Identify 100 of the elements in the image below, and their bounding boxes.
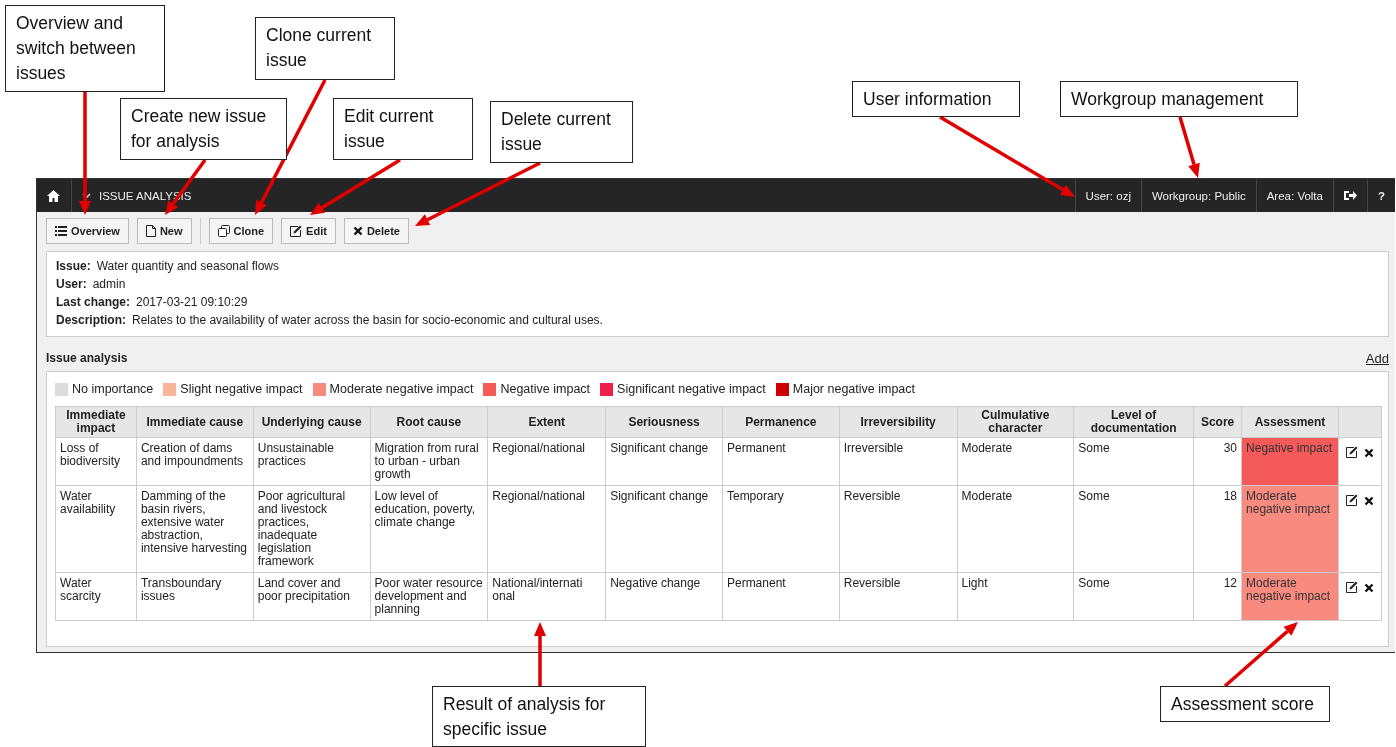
legend-label: Negative impact bbox=[500, 382, 591, 396]
field-value: Relates to the availability of water across the basin for socio-economic and cultural uses. bbox=[132, 313, 603, 327]
table-cell: Water scarcity bbox=[55, 572, 137, 621]
field-value: 2017-03-21 09:10:29 bbox=[136, 295, 248, 309]
edit-icon bbox=[1345, 446, 1358, 458]
table-cell: Some bbox=[1073, 572, 1194, 621]
table-cell: Poor water resource development and planning bbox=[370, 572, 488, 621]
table-cell: Moderate bbox=[957, 437, 1074, 486]
table-cell: Water availability bbox=[55, 485, 137, 573]
section-title: Issue analysis bbox=[46, 351, 128, 365]
clone-icon bbox=[217, 225, 230, 237]
table-cell: Light bbox=[957, 572, 1074, 621]
table-cell: Irreversible bbox=[839, 437, 957, 486]
close-icon bbox=[1363, 583, 1374, 593]
legend-label: Slight negative impact bbox=[180, 382, 303, 396]
home-icon[interactable] bbox=[47, 189, 60, 202]
callout-label: Workgroup management bbox=[1060, 81, 1298, 117]
callout-label: Delete current issue bbox=[490, 101, 633, 163]
assessment-cell: Negative impact bbox=[1241, 437, 1339, 486]
edit-icon bbox=[1345, 494, 1358, 506]
callout-label: Clone current issue bbox=[255, 17, 395, 80]
logout-icon[interactable] bbox=[1343, 190, 1357, 201]
delete-button[interactable] bbox=[1363, 448, 1374, 458]
table-cell: Some bbox=[1073, 485, 1194, 573]
edit-icon bbox=[290, 225, 303, 237]
workgroup-link[interactable]: Workgroup: Public bbox=[1140, 179, 1256, 212]
legend-label: No importance bbox=[72, 382, 154, 396]
field-label: Last change: bbox=[56, 295, 130, 309]
table-cell: 30 bbox=[1193, 437, 1242, 486]
table-cell: Significant change bbox=[605, 437, 723, 486]
legend-label: Major negative impact bbox=[792, 382, 916, 396]
toolbar-button[interactable]: New bbox=[136, 218, 192, 244]
table-cell: Reversible bbox=[839, 485, 957, 573]
field-value: admin bbox=[92, 277, 126, 291]
column-header: Culmulative character bbox=[957, 406, 1074, 438]
callout-label: Assessment score bbox=[1160, 686, 1330, 722]
field-value: Water quantity and seasonal flows bbox=[96, 259, 279, 273]
table-cell: Migration from rural to urban - urban growth bbox=[370, 437, 488, 486]
list-icon bbox=[55, 226, 67, 236]
area-link[interactable]: Area: Volta bbox=[1255, 179, 1333, 212]
table-cell: Negative change bbox=[605, 572, 723, 621]
table-cell: Low level of education, poverty, climate change bbox=[370, 485, 488, 573]
table-cell: Significant change bbox=[605, 485, 723, 573]
legend-label: Moderate negative impact bbox=[329, 382, 474, 396]
table-cell: Some bbox=[1073, 437, 1194, 486]
table-cell: Temporary bbox=[722, 485, 840, 573]
arrow bbox=[534, 622, 546, 686]
help-link[interactable]: ? bbox=[1366, 179, 1395, 212]
toolbar-button[interactable]: Delete bbox=[343, 218, 409, 244]
toolbar-button[interactable]: Overview bbox=[46, 218, 129, 244]
assessment-cell: Moderate negative impact bbox=[1241, 572, 1339, 621]
table-cell: National/internati onal bbox=[487, 572, 606, 621]
column-header: Irreversibility bbox=[839, 406, 957, 438]
close-icon bbox=[1363, 496, 1374, 506]
table-cell: Moderate bbox=[957, 485, 1074, 573]
edit-button[interactable] bbox=[1345, 581, 1358, 593]
table-cell: Land cover and poor precipitation bbox=[253, 572, 371, 621]
table-cell: Permanent bbox=[722, 572, 840, 621]
column-header: Extent bbox=[487, 406, 606, 438]
callout-label: Edit current issue bbox=[333, 98, 473, 160]
table-cell: Creation of dams and impoundments bbox=[136, 437, 254, 486]
close-icon bbox=[1363, 448, 1374, 458]
edit-button[interactable] bbox=[1345, 446, 1358, 458]
toolbar-button[interactable]: Edit bbox=[281, 218, 336, 244]
table-cell: 12 bbox=[1193, 572, 1242, 621]
field-label: User: bbox=[56, 277, 87, 291]
legend-label: Significant negative impact bbox=[617, 382, 766, 396]
delete-button[interactable] bbox=[1363, 583, 1374, 593]
callout-label: Create new issue for analysis bbox=[120, 98, 287, 160]
column-header: Underlying cause bbox=[253, 406, 371, 438]
column-header: Immediate impact bbox=[55, 406, 137, 438]
table-cell: Damming of the basin rivers, extensive water abstraction, intensive harvesting bbox=[136, 485, 254, 573]
column-header: Seriousness bbox=[605, 406, 723, 438]
field-label: Description: bbox=[56, 313, 126, 327]
table-cell: Reversible bbox=[839, 572, 957, 621]
column-header: Permanence bbox=[722, 406, 840, 438]
chevron-down-icon[interactable] bbox=[82, 192, 91, 199]
table-cell: 18 bbox=[1193, 485, 1242, 573]
add-link[interactable]: Add bbox=[1365, 350, 1389, 366]
callout-label: User information bbox=[852, 81, 1020, 117]
callout-label: Result of analysis for specific issue bbox=[432, 686, 646, 747]
column-header: Assessment bbox=[1241, 406, 1339, 438]
table-cell: Poor agricultural and livestock practices, inadequate legislation framework bbox=[253, 485, 371, 573]
callout-label: Overview and switch between issues bbox=[5, 5, 165, 92]
toolbar-button[interactable]: Clone bbox=[208, 218, 274, 244]
delete-button[interactable] bbox=[1363, 496, 1374, 506]
column-header: Score bbox=[1193, 406, 1242, 438]
column-header: Level of documentation bbox=[1073, 406, 1194, 438]
edit-icon bbox=[1345, 581, 1358, 593]
assessment-cell: Moderate negative impact bbox=[1241, 485, 1339, 573]
file-icon bbox=[145, 225, 156, 237]
arrow bbox=[1178, 116, 1200, 178]
column-header: Immediate cause bbox=[136, 406, 254, 438]
edit-button[interactable] bbox=[1345, 494, 1358, 506]
table-cell: Unsustainable practices bbox=[253, 437, 371, 486]
table-cell: Loss of biodiversity bbox=[55, 437, 137, 486]
table-cell: Regional/national bbox=[487, 437, 606, 486]
user-link[interactable]: User: ozj bbox=[1074, 179, 1141, 212]
table-cell: Regional/national bbox=[487, 485, 606, 573]
table-cell: Permanent bbox=[722, 437, 840, 486]
